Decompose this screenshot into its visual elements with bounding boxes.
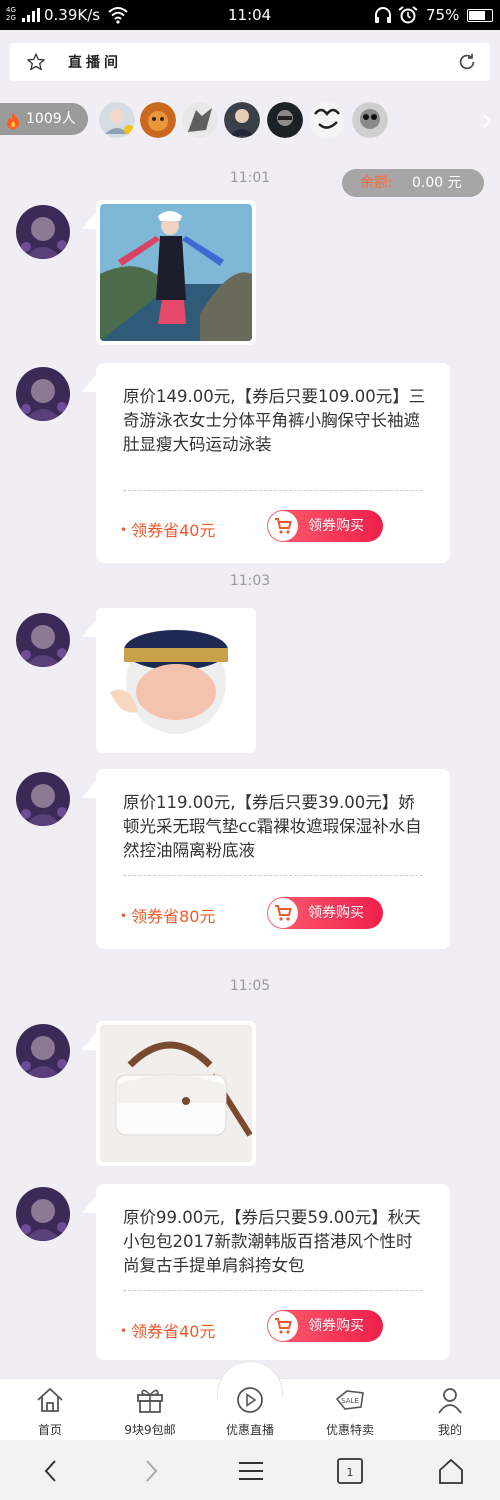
tab-9-9-free-shipping[interactable]: 9块9包邮	[100, 1379, 200, 1441]
svg-text:1: 1	[347, 1466, 354, 1479]
product-card[interactable]: 原价99.00元,【券后只要59.00元】秋天小包包2017新款潮韩版百搭港风个…	[96, 1184, 450, 1360]
wifi-icon	[108, 7, 128, 24]
tab-mine[interactable]: 我的	[400, 1379, 500, 1441]
alarm-icon	[398, 6, 418, 24]
buy-label: 领券购买	[308, 518, 364, 534]
sale-tag-icon: SALE	[335, 1390, 364, 1410]
forward-icon[interactable]	[140, 1458, 162, 1484]
product-card[interactable]: 原价119.00元,【券后只要39.00元】娇顿光采无瑕气垫cc霜裸妆遮瑕保湿补…	[96, 769, 450, 949]
buy-label: 领券购买	[308, 1318, 364, 1334]
message-timestamp: 11:05	[229, 978, 271, 994]
home-outline-icon[interactable]	[437, 1458, 465, 1484]
tab-deals-sale[interactable]: SALE 优惠特卖	[300, 1379, 400, 1441]
product-image-message[interactable]	[96, 200, 256, 345]
tab-label: 首页	[37, 1423, 62, 1437]
coupon-savings: 领券省80元	[120, 903, 215, 927]
coupon-savings: 领券省40元	[120, 1318, 215, 1342]
balance-label: 余额:	[360, 175, 393, 191]
host-avatar[interactable]	[16, 205, 70, 259]
get-coupon-buy-button[interactable]: 领券购买	[267, 1310, 383, 1342]
page-title: 直播间	[68, 55, 122, 71]
buy-label: 领券购买	[308, 905, 364, 921]
tab-label: 我的	[437, 1423, 462, 1437]
host-avatar[interactable]	[16, 1187, 70, 1241]
menu-icon[interactable]	[237, 1458, 265, 1484]
status-bar: 4G 2G 0.39K/s 11:04 75%	[0, 0, 500, 30]
viewer-count: 1009人	[26, 111, 76, 127]
bottom-tab-bar: 首页 9块9包邮 优惠直播 SALE 优惠特卖 我的	[0, 1361, 500, 1441]
headphone-icon	[375, 7, 391, 23]
cart-icon-wrap	[268, 1311, 298, 1341]
viewer-avatar[interactable]	[140, 102, 176, 138]
host-avatar[interactable]	[16, 367, 70, 421]
system-nav-bar: 1	[0, 1440, 500, 1500]
page-header: 直播间	[10, 43, 490, 81]
coupon-savings: 领券省40元	[120, 517, 215, 541]
tab-deals-live[interactable]: 优惠直播	[200, 1379, 300, 1441]
cart-icon-wrap	[268, 898, 298, 928]
star-outline-icon[interactable]	[26, 52, 46, 72]
tab-label: 优惠直播	[225, 1423, 274, 1437]
viewer-avatar[interactable]	[309, 102, 345, 138]
battery-percent: 75%	[426, 6, 460, 24]
battery-fill	[469, 11, 485, 20]
viewer-avatar[interactable]	[182, 102, 218, 138]
product-description: 原价99.00元,【券后只要59.00元】秋天小包包2017新款潮韩版百搭港风个…	[123, 1208, 421, 1275]
play-icon	[237, 1387, 263, 1413]
product-description: 原价119.00元,【券后只要39.00元】娇顿光采无瑕气垫cc霜裸妆遮瑕保湿补…	[123, 793, 422, 860]
cart-icon	[275, 518, 292, 534]
gift-icon	[137, 1389, 163, 1413]
host-avatar[interactable]	[16, 772, 70, 826]
network-speed: 0.39K/s	[44, 6, 101, 24]
network-type: 4G 2G	[6, 6, 16, 22]
host-avatar[interactable]	[16, 1024, 70, 1078]
get-coupon-buy-button[interactable]: 领券购买	[267, 510, 383, 542]
person-icon	[438, 1388, 462, 1414]
back-icon[interactable]	[40, 1458, 62, 1484]
svg-text:SALE: SALE	[341, 1397, 359, 1405]
viewer-bar: 1009人	[0, 100, 500, 140]
battery-icon	[467, 9, 493, 22]
chevron-right-icon[interactable]	[482, 114, 492, 128]
get-coupon-buy-button[interactable]: 领券购买	[267, 897, 383, 929]
viewer-avatar[interactable]	[267, 102, 303, 138]
product-image	[100, 204, 252, 341]
divider	[123, 490, 423, 491]
divider	[123, 875, 423, 876]
product-image-message[interactable]	[96, 608, 256, 753]
cart-icon-wrap	[268, 511, 298, 541]
cart-icon	[275, 905, 292, 921]
tabs-icon[interactable]: 1	[336, 1458, 364, 1484]
balance-value: 0.00 元	[412, 175, 462, 191]
home-icon	[37, 1387, 63, 1412]
cart-icon	[275, 1318, 292, 1334]
refresh-icon[interactable]	[456, 51, 478, 73]
signal-icon	[22, 8, 40, 22]
viewer-avatar[interactable]	[352, 102, 388, 138]
message-timestamp: 11:03	[229, 573, 271, 589]
viewer-avatar[interactable]	[99, 102, 135, 138]
product-image	[100, 1025, 252, 1162]
tab-home[interactable]: 首页	[0, 1379, 100, 1441]
host-avatar[interactable]	[16, 613, 70, 667]
clock: 11:04	[228, 6, 272, 24]
divider	[123, 1290, 423, 1291]
viewer-count-badge[interactable]: 1009人	[0, 103, 88, 135]
tab-label: 优惠特卖	[325, 1423, 374, 1437]
viewer-avatar[interactable]	[224, 102, 260, 138]
product-description: 原价149.00元,【券后只要109.00元】三奇游泳衣女士分体平角裤小胸保守长…	[123, 387, 426, 454]
product-image	[100, 612, 252, 749]
tab-label: 9块9包邮	[124, 1423, 176, 1437]
product-card[interactable]: 原价149.00元,【券后只要109.00元】三奇游泳衣女士分体平角裤小胸保守长…	[96, 363, 450, 563]
product-image-message[interactable]	[96, 1021, 256, 1166]
balance-badge: 余额: 0.00 元	[342, 169, 484, 197]
fire-icon	[7, 113, 19, 130]
